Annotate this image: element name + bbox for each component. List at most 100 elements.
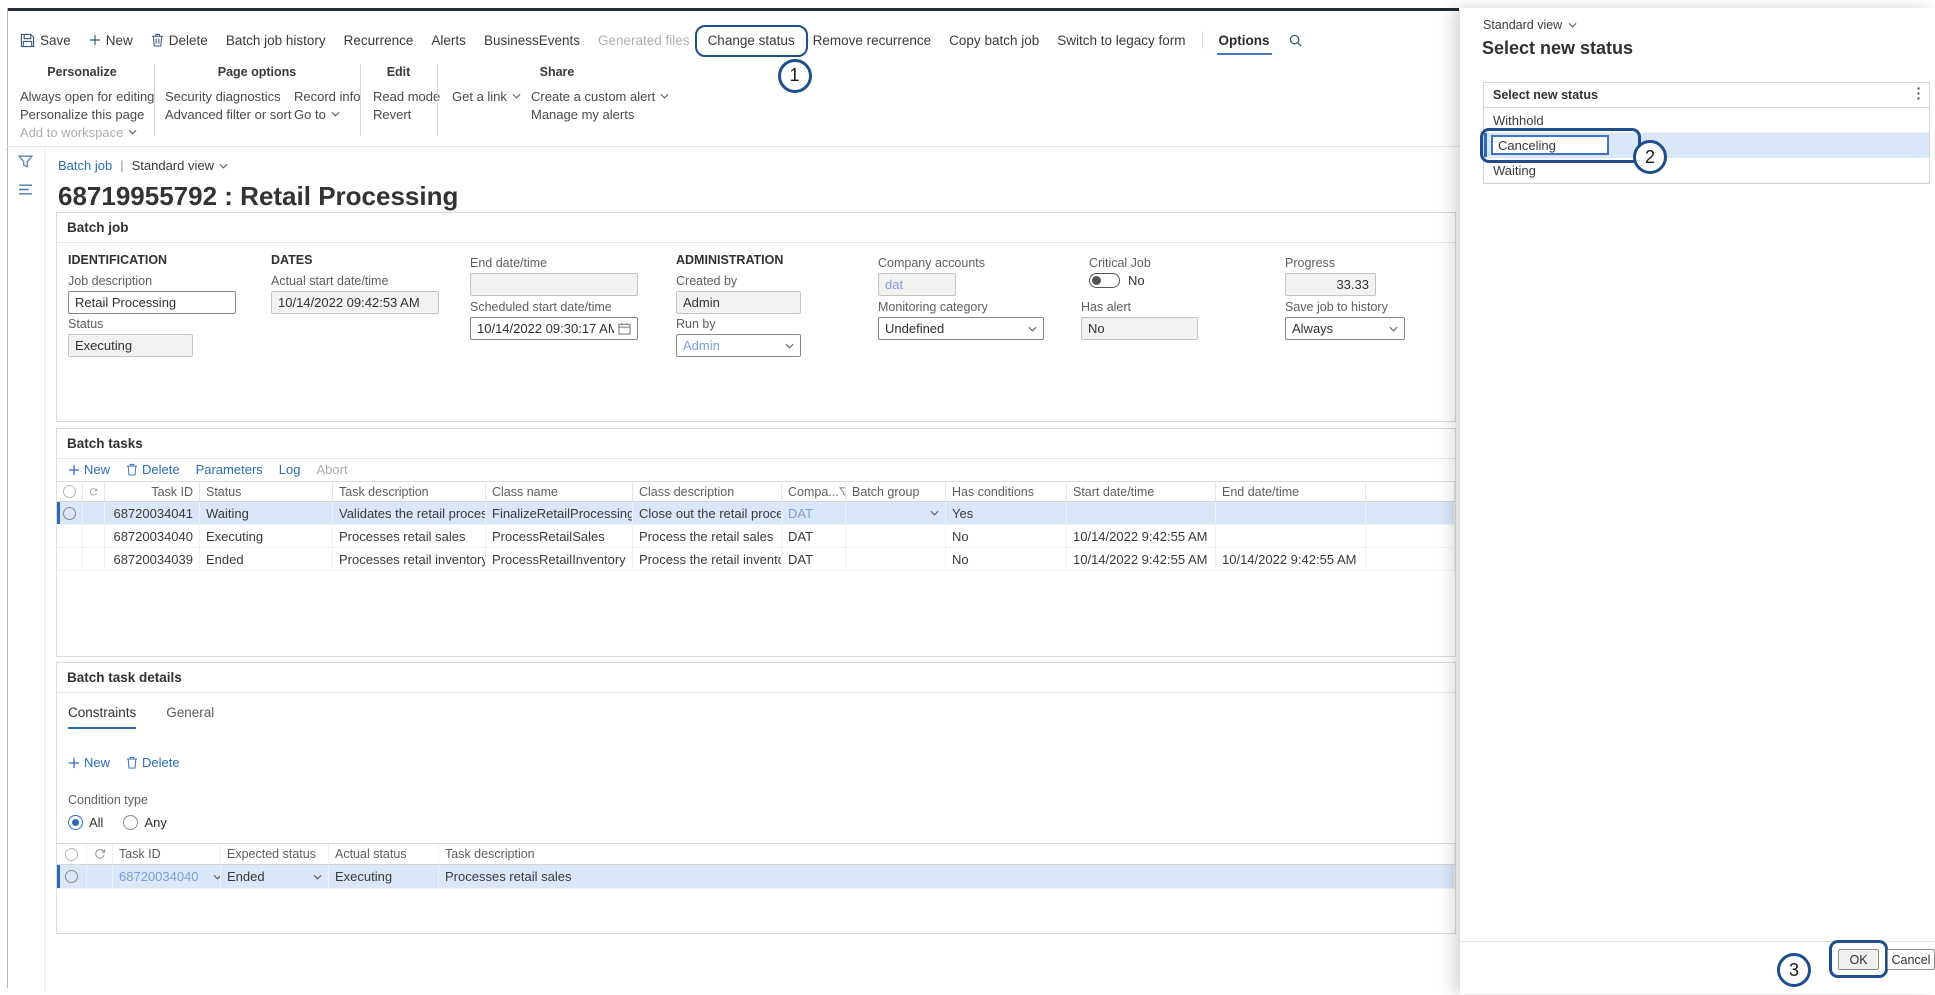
details-delete-button[interactable]: Delete [126,755,180,770]
start-datetime-cell[interactable] [1067,502,1216,524]
status-option-waiting[interactable]: Waiting [1484,158,1929,183]
column-header-expected-status[interactable]: Expected status [221,844,329,864]
start-datetime-cell[interactable]: 10/14/2022 9:42:55 AM [1067,525,1216,547]
breadcrumb-batch-job-link[interactable]: Batch job [58,158,112,173]
status-field[interactable]: Executing [68,334,193,357]
radio-any[interactable]: Any [123,815,166,830]
class-description-cell[interactable]: Process the retail inventory [633,548,782,570]
table-row[interactable]: 68720034039 Ended Processes retail inven… [57,548,1455,571]
has-conditions-cell[interactable]: Yes [946,502,1067,524]
task-description-cell[interactable]: Processes retail sales [439,865,1455,888]
save-job-to-history-select[interactable]: Always [1285,317,1405,340]
column-header-end-datetime[interactable]: End date/time [1216,482,1366,501]
class-name-cell[interactable]: ProcessRetailInventory [486,548,633,570]
record-info-button[interactable]: Record info [294,88,360,104]
scheduled-start-input[interactable] [470,317,638,340]
task-id-cell[interactable]: 68720034040 [113,865,221,888]
actual-status-cell[interactable]: Executing [329,865,439,888]
create-custom-alert-button[interactable]: Create a custom alert [531,88,669,104]
created-by-field[interactable]: Admin [676,291,801,314]
status-cell[interactable]: Executing [200,525,333,547]
details-new-button[interactable]: New [68,755,110,770]
run-by-combobox[interactable]: Admin [676,334,801,357]
dialog-view-switcher[interactable]: Standard view [1483,18,1577,32]
has-alert-field[interactable]: No [1081,317,1198,340]
column-header-company[interactable]: Compa... [782,482,846,501]
new-button[interactable]: New [87,33,135,48]
tasks-parameters-button[interactable]: Parameters [196,462,263,477]
task-id-link[interactable]: 68720034040 [119,869,199,884]
batch-job-section-header[interactable]: Batch job [57,213,1455,243]
view-switcher[interactable]: Standard view [132,158,228,173]
batch-task-details-section-header[interactable]: Batch task details [57,663,1455,693]
status-cell[interactable]: Waiting [200,502,333,524]
change-status-button[interactable]: Change status 1 [706,33,797,48]
status-option-input[interactable]: Canceling [1491,135,1609,155]
switch-to-legacy-form-button[interactable]: Switch to legacy form [1055,33,1187,48]
start-datetime-cell[interactable]: 10/14/2022 9:42:55 AM [1067,548,1216,570]
has-conditions-cell[interactable]: No [946,525,1067,547]
calendar-icon[interactable] [618,322,631,335]
status-option-canceling[interactable]: Canceling [1484,133,1929,158]
chevron-down-icon[interactable] [313,874,322,880]
column-header-start-datetime[interactable]: Start date/time [1067,482,1216,501]
progress-field[interactable]: 33.33 [1285,273,1376,296]
task-id-cell[interactable]: 68720034040 [105,525,200,547]
row-radio[interactable] [57,865,87,888]
search-button[interactable] [1286,33,1305,48]
end-datetime-field[interactable] [470,273,638,296]
always-open-for-editing-button[interactable]: Always open for editing [20,88,154,104]
has-conditions-cell[interactable]: No [946,548,1067,570]
column-header-class-description[interactable]: Class description [633,482,782,501]
copy-batch-job-button[interactable]: Copy batch job [947,33,1041,48]
job-description-input[interactable] [68,291,236,314]
company-cell[interactable]: DAT [782,525,846,547]
class-description-cell[interactable]: Close out the retail proce... [633,502,782,524]
actual-start-field[interactable]: 10/14/2022 09:42:53 AM [271,291,439,314]
select-all-radio[interactable] [57,844,87,864]
chevron-down-icon[interactable] [1028,326,1037,332]
row-radio[interactable] [57,525,83,547]
chevron-down-icon[interactable] [785,343,794,349]
monitoring-category-select[interactable]: Undefined [878,317,1044,340]
row-radio[interactable] [57,502,83,524]
end-datetime-cell[interactable]: 10/14/2022 9:42:55 AM [1216,548,1366,570]
save-button[interactable]: Save [18,33,73,48]
filter-icon[interactable] [18,155,33,172]
batch-tasks-section-header[interactable]: Batch tasks [57,429,1455,459]
remove-recurrence-button[interactable]: Remove recurrence [811,33,934,48]
recurrence-button[interactable]: Recurrence [342,33,416,48]
row-radio[interactable] [57,548,83,570]
column-header-class-name[interactable]: Class name [486,482,633,501]
radio-all[interactable]: All [68,815,103,830]
table-row[interactable]: 68720034041 Waiting Validates the retail… [57,502,1455,525]
chevron-down-icon[interactable] [930,510,939,516]
column-header-task-id[interactable]: Task ID [113,844,221,864]
batch-group-cell[interactable] [846,525,946,547]
status-option-withhold[interactable]: Withhold [1484,108,1929,133]
task-description-cell[interactable]: Processes retail sales [333,525,486,547]
tab-constraints[interactable]: Constraints [68,705,136,729]
task-list-icon[interactable] [18,183,33,198]
column-header-batch-group[interactable]: Batch group [846,482,946,501]
table-row[interactable]: 68720034040 Executing Processes retail s… [57,525,1455,548]
security-diagnostics-button[interactable]: Security diagnostics [165,88,291,104]
expected-status-cell[interactable]: Ended [221,865,329,888]
batch-group-cell[interactable] [846,548,946,570]
business-events-button[interactable]: BusinessEvents [482,33,582,48]
tasks-delete-button[interactable]: Delete [126,462,180,477]
company-cell[interactable]: DAT [782,502,846,524]
table-row[interactable]: 68720034040 Ended Executing Processes re… [57,865,1455,889]
select-all-radio[interactable] [57,482,83,501]
class-name-cell[interactable]: ProcessRetailSales [486,525,633,547]
options-tab[interactable]: Options [1217,33,1272,48]
status-cell[interactable]: Ended [200,548,333,570]
revert-button[interactable]: Revert [373,106,440,122]
task-id-cell[interactable]: 68720034041 [105,502,200,524]
batch-group-cell[interactable] [846,502,946,524]
manage-my-alerts-button[interactable]: Manage my alerts [531,106,669,122]
end-datetime-cell[interactable] [1216,525,1366,547]
class-description-cell[interactable]: Process the retail sales [633,525,782,547]
company-accounts-field[interactable]: dat [878,273,956,296]
end-datetime-cell[interactable] [1216,502,1366,524]
